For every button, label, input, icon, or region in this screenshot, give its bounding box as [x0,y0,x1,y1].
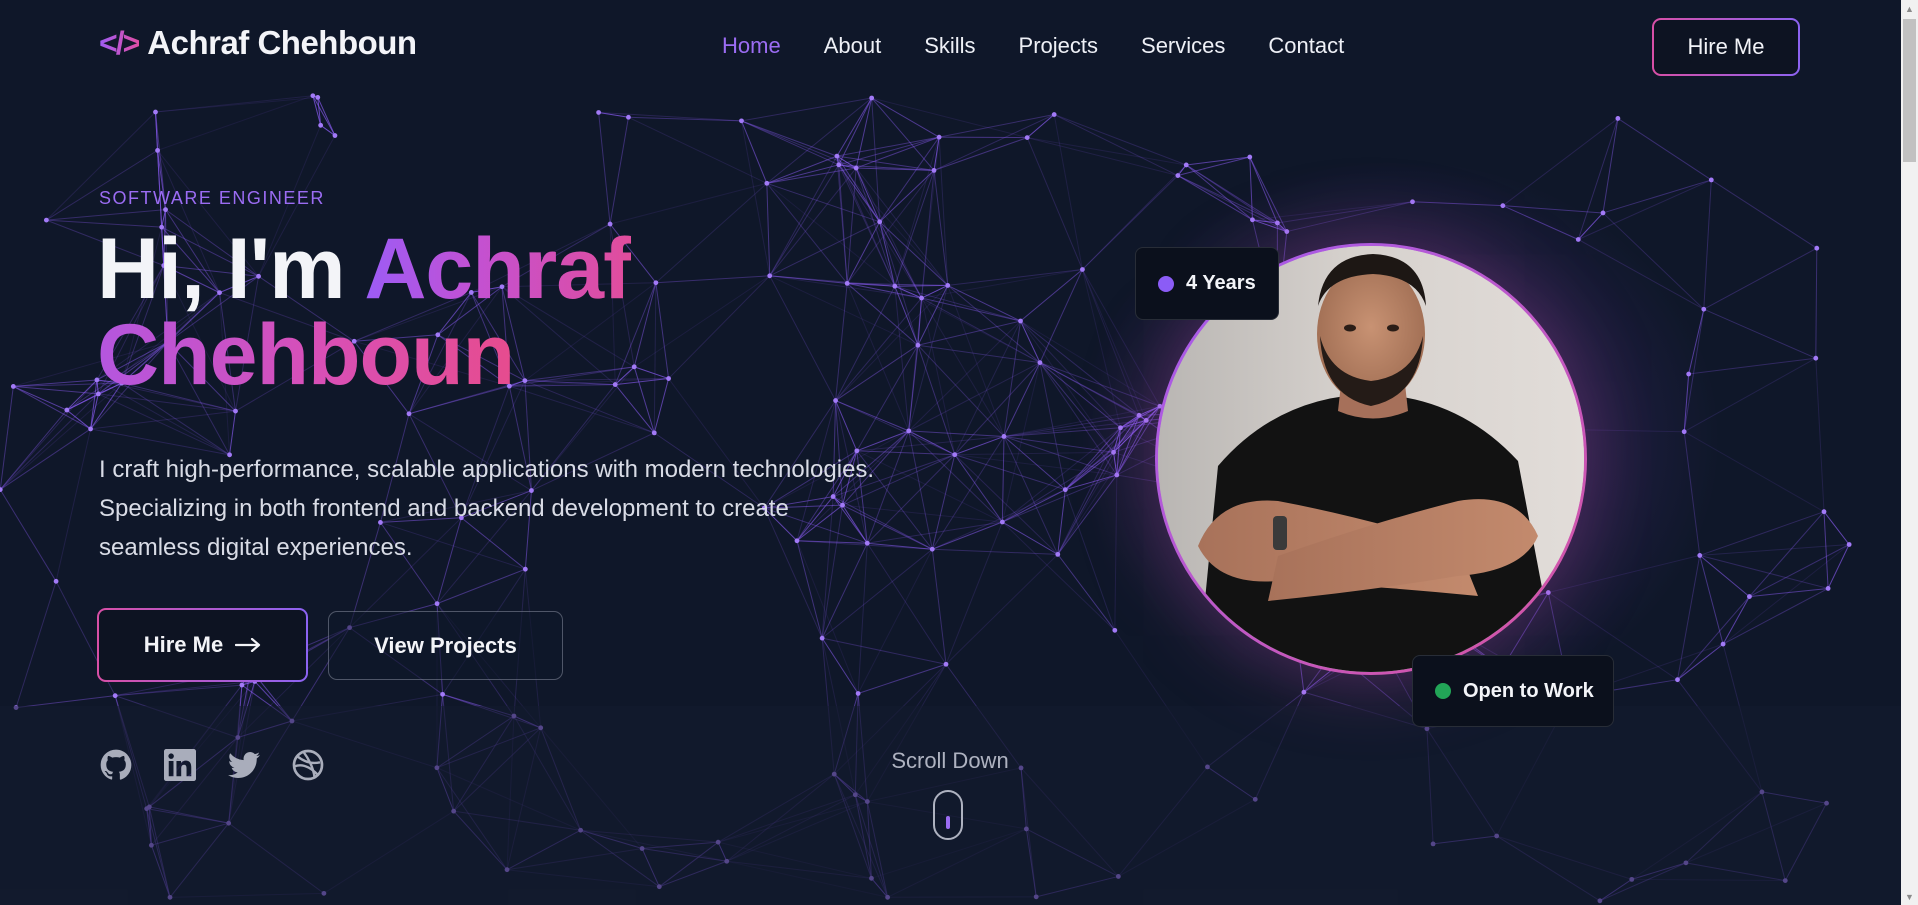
nav-link-contact[interactable]: Contact [1268,33,1344,59]
github-icon[interactable] [99,748,133,782]
logo[interactable]: </> Achraf Chehboun [99,24,417,62]
nav-link-services[interactable]: Services [1141,33,1225,59]
linkedin-icon[interactable] [163,748,197,782]
code-icon: </> [99,24,141,61]
nav-link-about[interactable]: About [824,33,882,59]
arrow-right-icon [235,638,261,652]
hero-eyebrow: SOFTWARE ENGINEER [99,188,325,208]
nav-hire-button[interactable]: Hire Me [1652,18,1800,76]
social-links [99,748,325,782]
dribbble-icon[interactable] [291,748,325,782]
vertical-scrollbar[interactable]: ▲ ▼ [1901,0,1918,905]
nav-link-skills[interactable]: Skills [924,33,975,59]
hire-me-inner: Hire Me [99,610,306,680]
nav-link-home[interactable]: Home [722,33,781,59]
headline-greeting: Hi, I'm [97,221,365,317]
nav-hire-label: Hire Me [1654,20,1798,74]
scrollbar-thumb[interactable] [1903,19,1916,162]
headline-last-name: Chehboun [97,307,515,403]
purple-dot-icon [1158,275,1174,292]
availability-badge: Open to Work [1412,655,1614,727]
page: </> Achraf Chehboun Home About Skills Pr… [0,0,1901,905]
top-navigation: </> Achraf Chehboun Home About Skills Pr… [0,0,1901,95]
headline-first-name: Achraf [364,221,631,317]
availability-badge-label: Open to Work [1463,679,1594,702]
scroll-up-arrow-icon[interactable]: ▲ [1901,0,1918,17]
hero-intro: I craft high-performance, scalable appli… [99,456,875,561]
nav-links: Home About Skills Projects Services Cont… [722,33,1387,59]
scroll-down-arrow-icon[interactable]: ▼ [1901,888,1918,905]
hire-me-label: Hire Me [143,632,224,657]
mouse-wheel [946,816,950,829]
green-dot-icon [1435,683,1451,699]
hire-me-button[interactable]: Hire Me [97,608,308,682]
hero-headline: Hi, I'm Achraf Chehboun [97,226,632,398]
experience-badge: 4 Years [1135,247,1279,320]
scroll-down-label: Scroll Down [891,748,1009,773]
twitter-icon[interactable] [227,748,261,782]
view-projects-button[interactable]: View Projects [328,611,563,680]
nav-link-projects[interactable]: Projects [1019,33,1098,59]
logo-text: Achraf Chehboun [147,24,417,61]
experience-badge-label: 4 Years [1186,272,1256,294]
mouse-scroll-icon[interactable] [933,790,963,840]
